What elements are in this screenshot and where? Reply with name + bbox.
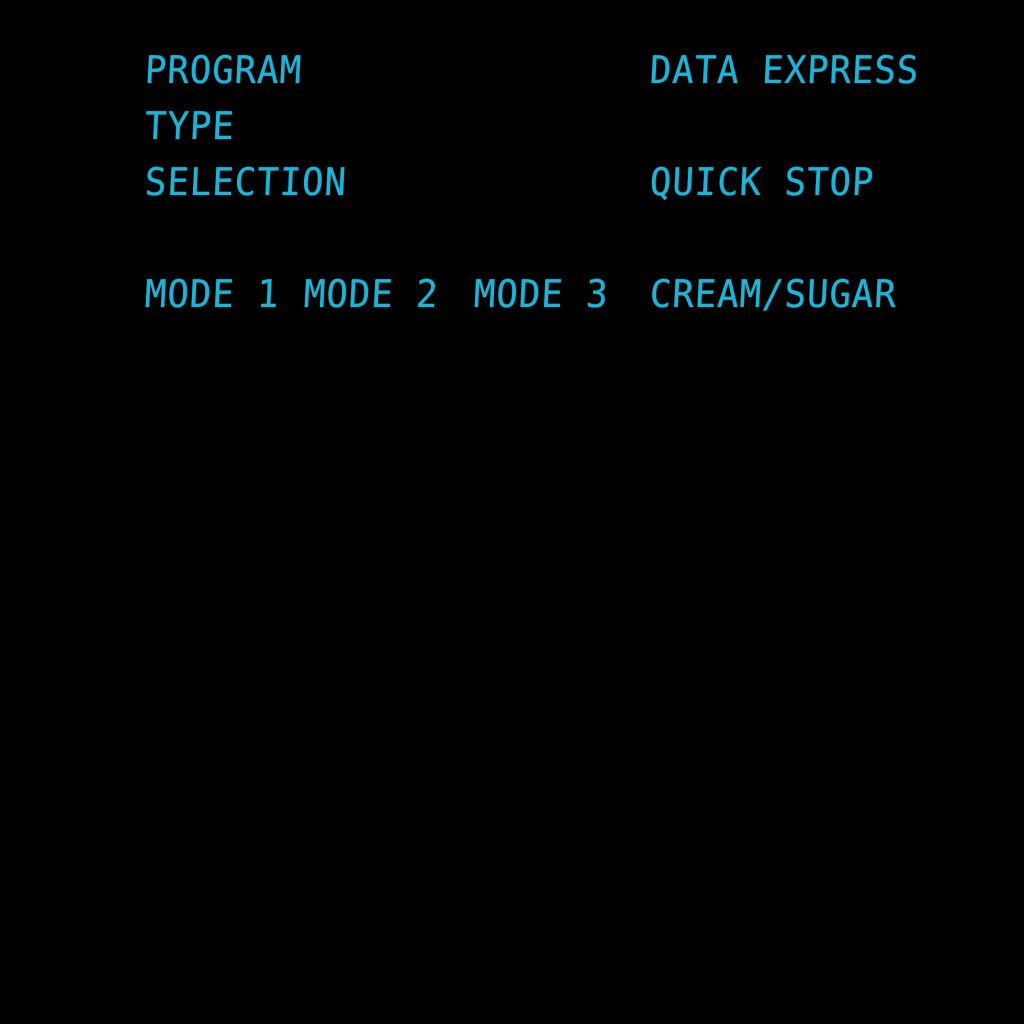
quick-stop-label: QUICK STOP — [648, 160, 876, 204]
data-express-label: DATA EXPRESS — [648, 48, 921, 92]
lcd-display-screen: PROGRAM TYPE SELECTION DATA EXPRESS QUIC… — [0, 0, 1024, 1024]
mode-1-label: MODE 1 — [143, 272, 281, 316]
selection-label: SELECTION — [143, 160, 349, 204]
cream-sugar-label: CREAM/SUGAR — [648, 272, 898, 316]
mode-2-label: MODE 2 — [302, 272, 440, 316]
mode-3-label: MODE 3 — [472, 272, 610, 316]
type-label: TYPE — [143, 104, 236, 148]
program-label: PROGRAM — [143, 48, 304, 92]
